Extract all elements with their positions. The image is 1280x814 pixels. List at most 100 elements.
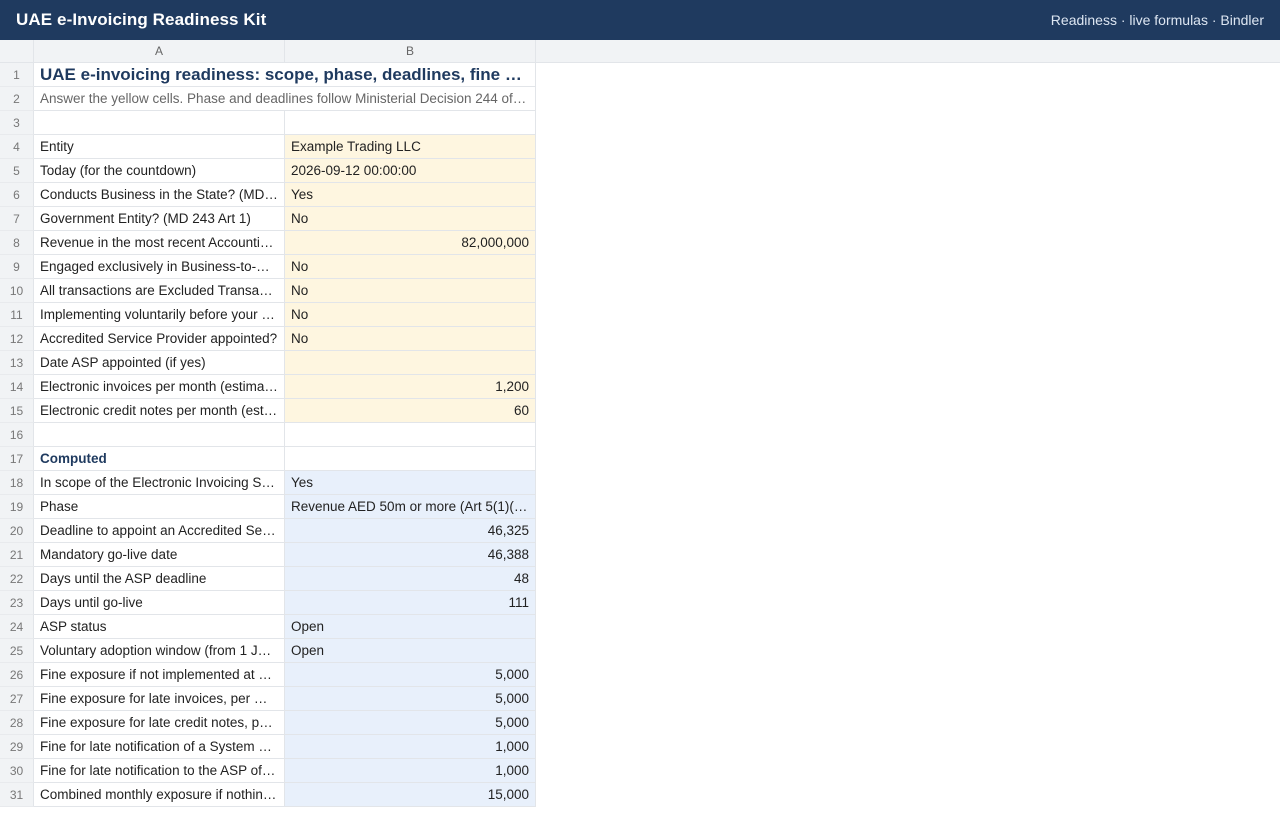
row-header[interactable]: 7	[0, 207, 34, 231]
sheet-title-cell[interactable]: UAE e-invoicing readiness: scope, phase,…	[34, 63, 536, 87]
row-header[interactable]: 5	[0, 159, 34, 183]
label-cell[interactable]: Accredited Service Provider appointed?	[34, 327, 285, 351]
label-cell[interactable]: Deadline to appoint an Accredited Servic…	[34, 519, 285, 543]
row-header[interactable]: 1	[0, 63, 34, 87]
row-header[interactable]: 12	[0, 327, 34, 351]
section-heading-cell[interactable]: Computed	[34, 447, 285, 471]
input-cell[interactable]: No	[285, 303, 536, 327]
row-header[interactable]: 18	[0, 471, 34, 495]
input-cell[interactable]: Example Trading LLC	[285, 135, 536, 159]
select-all-corner[interactable]	[0, 40, 34, 62]
row-header[interactable]: 20	[0, 519, 34, 543]
value-cell[interactable]	[285, 423, 536, 447]
computed-cell[interactable]: 111	[285, 591, 536, 615]
input-cell[interactable]: No	[285, 327, 536, 351]
label-cell[interactable]: Combined monthly exposure if nothing is …	[34, 783, 285, 807]
label-cell[interactable]: All transactions are Excluded Transactio…	[34, 279, 285, 303]
label-cell[interactable]: Implementing voluntarily before your pha…	[34, 303, 285, 327]
column-header-b[interactable]: B	[285, 40, 536, 62]
input-cell[interactable]: No	[285, 255, 536, 279]
computed-cell[interactable]: 1,000	[285, 735, 536, 759]
row-header[interactable]: 26	[0, 663, 34, 687]
row-header[interactable]: 8	[0, 231, 34, 255]
computed-cell[interactable]: Yes	[285, 471, 536, 495]
input-cell[interactable]: No	[285, 207, 536, 231]
label-cell[interactable]: Phase	[34, 495, 285, 519]
row-header[interactable]: 19	[0, 495, 34, 519]
sheet-row: 27 Fine exposure for late invoices, per m…	[0, 687, 1280, 711]
row-header[interactable]: 15	[0, 399, 34, 423]
row-header[interactable]: 22	[0, 567, 34, 591]
sheet-row: 14 Electronic invoices per month (estimat…	[0, 375, 1280, 399]
label-cell[interactable]: Fine exposure for late credit notes, per…	[34, 711, 285, 735]
label-cell[interactable]: Entity	[34, 135, 285, 159]
label-cell[interactable]	[34, 423, 285, 447]
input-cell[interactable]: 1,200	[285, 375, 536, 399]
label-cell[interactable]: Electronic invoices per month (estimate,…	[34, 375, 285, 399]
value-cell[interactable]	[285, 111, 536, 135]
sheet-subtitle-cell[interactable]: Answer the yellow cells. Phase and deadl…	[34, 87, 536, 111]
input-cell[interactable]: No	[285, 279, 536, 303]
label-cell[interactable]: Revenue in the most recent Accounting Pe…	[34, 231, 285, 255]
label-cell[interactable]: Today (for the countdown)	[34, 159, 285, 183]
row-header[interactable]: 3	[0, 111, 34, 135]
sheet-row: 5 Today (for the countdown) 2026-09-12 00:…	[0, 159, 1280, 183]
row-header[interactable]: 27	[0, 687, 34, 711]
computed-cell[interactable]: 5,000	[285, 687, 536, 711]
row-header[interactable]: 31	[0, 783, 34, 807]
row-header[interactable]: 11	[0, 303, 34, 327]
label-cell[interactable]: Days until the ASP deadline	[34, 567, 285, 591]
row-header[interactable]: 9	[0, 255, 34, 279]
value-cell[interactable]	[285, 447, 536, 471]
computed-cell[interactable]: Revenue AED 50m or more (Art 5(1)(a), a…	[285, 495, 536, 519]
computed-cell[interactable]: Open	[285, 615, 536, 639]
row-header[interactable]: 10	[0, 279, 34, 303]
label-cell[interactable]: Government Entity? (MD 243 Art 1)	[34, 207, 285, 231]
row-header[interactable]: 25	[0, 639, 34, 663]
input-cell[interactable]: 82,000,000	[285, 231, 536, 255]
computed-cell[interactable]: 5,000	[285, 711, 536, 735]
label-cell[interactable]: Fine for late notification of a System F…	[34, 735, 285, 759]
input-cell[interactable]: Yes	[285, 183, 536, 207]
row-header[interactable]: 24	[0, 615, 34, 639]
label-cell[interactable]: Date ASP appointed (if yes)	[34, 351, 285, 375]
label-cell[interactable]	[34, 111, 285, 135]
column-header-row: A B	[0, 40, 1280, 63]
row-header[interactable]: 14	[0, 375, 34, 399]
label-cell[interactable]: Mandatory go-live date	[34, 543, 285, 567]
label-cell[interactable]: Voluntary adoption window (from 1 July 2…	[34, 639, 285, 663]
row-header[interactable]: 4	[0, 135, 34, 159]
input-cell[interactable]: 2026-09-12 00:00:00	[285, 159, 536, 183]
computed-cell[interactable]: 46,388	[285, 543, 536, 567]
computed-cell[interactable]: 1,000	[285, 759, 536, 783]
computed-cell[interactable]: 5,000	[285, 663, 536, 687]
label-cell[interactable]: Fine exposure for late invoices, per mon…	[34, 687, 285, 711]
input-cell[interactable]	[285, 351, 536, 375]
computed-cell[interactable]: 46,325	[285, 519, 536, 543]
label-cell[interactable]: Conducts Business in the State? (MD 243 …	[34, 183, 285, 207]
row-header[interactable]: 21	[0, 543, 34, 567]
row-header[interactable]: 28	[0, 711, 34, 735]
label-cell[interactable]: Fine for late notification to the ASP of…	[34, 759, 285, 783]
row-header[interactable]: 6	[0, 183, 34, 207]
column-header-a[interactable]: A	[34, 40, 285, 62]
label-cell[interactable]: ASP status	[34, 615, 285, 639]
row-header[interactable]: 17	[0, 447, 34, 471]
label-cell[interactable]: In scope of the Electronic Invoicing Sys…	[34, 471, 285, 495]
input-cell[interactable]: 60	[285, 399, 536, 423]
row-header[interactable]: 13	[0, 351, 34, 375]
computed-cell[interactable]: 15,000	[285, 783, 536, 807]
label-cell[interactable]: Fine exposure if not implemented at go-l…	[34, 663, 285, 687]
label-cell[interactable]: Days until go-live	[34, 591, 285, 615]
row-header[interactable]: 29	[0, 735, 34, 759]
sheet-row: 20 Deadline to appoint an Accredited Serv…	[0, 519, 1280, 543]
row-header[interactable]: 16	[0, 423, 34, 447]
row-header[interactable]: 23	[0, 591, 34, 615]
computed-cell[interactable]: Open	[285, 639, 536, 663]
row-header[interactable]: 2	[0, 87, 34, 111]
label-cell[interactable]: Engaged exclusively in Business-to-Consu…	[34, 255, 285, 279]
computed-cell[interactable]: 48	[285, 567, 536, 591]
row-header[interactable]: 30	[0, 759, 34, 783]
sheet-row: 16	[0, 423, 1280, 447]
label-cell[interactable]: Electronic credit notes per month (estim…	[34, 399, 285, 423]
